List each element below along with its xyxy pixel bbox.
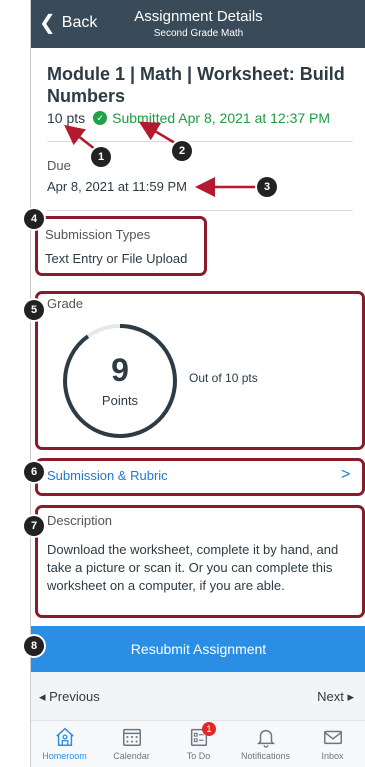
nav-header: ❮ Back Assignment Details Second Grade M…	[31, 0, 365, 48]
callout-6: 6	[24, 462, 44, 482]
bell-icon	[256, 729, 275, 748]
next-button[interactable]: Next ▸	[317, 689, 354, 705]
points-value: 10 pts	[47, 110, 86, 126]
calendar-icon	[122, 728, 141, 746]
header-title: Assignment Details	[134, 8, 263, 25]
mail-icon	[323, 730, 342, 745]
assignment-meta: 10 pts ✓ Submitted Apr 8, 2021 at 12:37 …	[47, 110, 330, 126]
grade-unit: Points	[101, 393, 139, 408]
resubmit-button[interactable]: Resubmit Assignment	[31, 626, 365, 672]
tab-label: Homeroom	[42, 751, 87, 761]
callout-4: 4	[24, 209, 44, 229]
home-icon	[55, 727, 74, 746]
grade-score: 9	[111, 352, 129, 388]
due-label: Due	[47, 158, 71, 173]
tab-inbox[interactable]: Inbox	[299, 721, 365, 767]
tab-todo[interactable]: 1 To Do	[165, 721, 232, 767]
check-circle-icon: ✓	[93, 111, 108, 125]
tab-calendar[interactable]: Calendar	[98, 721, 165, 767]
assignment-title: Module 1 | Math | Worksheet: Build Numbe…	[47, 64, 345, 106]
pager: ◂ Previous Next ▸	[31, 672, 365, 720]
submission-types-label: Submission Types	[45, 227, 151, 242]
divider	[47, 210, 353, 211]
previous-button[interactable]: ◂ Previous	[39, 689, 100, 705]
tab-notifications[interactable]: Notifications	[232, 721, 299, 767]
callout-3: 3	[257, 177, 277, 197]
chevron-right-icon[interactable]: >	[341, 466, 350, 484]
tab-label: Notifications	[240, 751, 291, 761]
header-subtitle: Second Grade Math	[153, 28, 244, 39]
todo-badge: 1	[202, 722, 216, 736]
callout-2: 2	[172, 141, 192, 161]
app-frame: ❮ Back Assignment Details Second Grade M…	[30, 0, 365, 767]
tab-label: To Do	[186, 751, 211, 761]
description-text: Download the worksheet, complete it by h…	[47, 542, 339, 593]
tab-homeroom[interactable]: Homeroom	[31, 721, 98, 767]
tab-label: Inbox	[321, 751, 344, 761]
grade-out-of: Out of 10 pts	[189, 371, 258, 385]
submission-rubric-link[interactable]: Submission & Rubric	[47, 468, 168, 483]
callout-8: 8	[24, 636, 44, 656]
callout-5: 5	[24, 300, 44, 320]
submitted-status: Submitted Apr 8, 2021 at 12:37 PM	[112, 110, 331, 126]
callout-7: 7	[24, 516, 44, 536]
divider	[47, 141, 353, 142]
grade-label: Grade	[47, 296, 84, 311]
submission-types-value: Text Entry or File Upload	[45, 251, 188, 266]
description-label: Description	[47, 513, 113, 528]
callout-1: 1	[91, 147, 111, 167]
submission-types-highlight	[35, 216, 207, 276]
due-value: Apr 8, 2021 at 11:59 PM	[47, 179, 187, 194]
tab-bar: Homeroom Calendar 1 To Do Notifications …	[31, 720, 365, 767]
tab-label: Calendar	[113, 751, 150, 761]
